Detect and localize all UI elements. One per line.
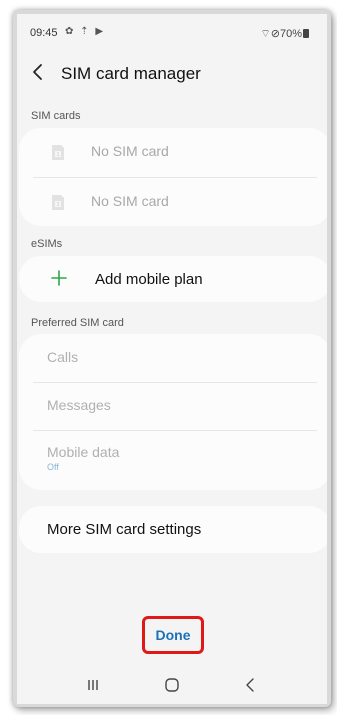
notification-icons: ✿ ⇡ ▶ [65,26,106,37]
mobile-data-value: Off [47,462,59,472]
messages-item[interactable]: Messages [19,383,327,430]
sim-card-1-label: No SIM card [91,143,169,159]
app-bar: SIM card manager [17,54,327,94]
status-bar: 09:45 ✿ ⇡ ▶ ⌔⊘70% [17,14,327,48]
phone-screen: 09:45 ✿ ⇡ ▶ ⌔⊘70% SIM card manager SIM c… [17,14,327,704]
sim-1-icon: 1 [52,145,64,160]
done-highlight: Done [142,616,204,654]
add-mobile-plan-label: Add mobile plan [95,271,203,288]
done-button[interactable]: Done [145,619,201,651]
svg-text:1: 1 [57,152,60,158]
battery-icon [303,29,309,38]
plus-icon [51,270,67,286]
more-sim-card-settings-label: More SIM card settings [47,521,202,538]
sim-card-row-1[interactable]: 1 No SIM card [19,128,327,176]
mobile-data-item[interactable]: Mobile data Off [19,431,327,490]
messages-label: Messages [47,397,111,413]
status-right-text: ⌔⊘70% [260,28,302,40]
status-time: 09:45 [30,27,58,39]
esims-section-label: eSIMs [31,238,63,250]
recents-icon[interactable] [81,676,105,694]
mobile-data-label: Mobile data [47,444,120,460]
sim-2-icon: 2 [52,195,64,210]
sim-cards-card: 1 No SIM card 2 No SIM card [19,128,327,226]
calls-label: Calls [47,349,79,365]
back-nav-icon[interactable] [239,676,263,694]
more-sim-card-settings-item[interactable]: More SIM card settings [19,506,327,553]
home-icon[interactable] [160,676,184,694]
add-mobile-plan-item[interactable]: Add mobile plan [19,256,327,302]
calls-item[interactable]: Calls [19,334,327,382]
svg-text:2: 2 [57,202,60,208]
status-right: ⌔⊘70% [260,27,309,41]
navigation-bar [17,664,327,704]
back-arrow-icon[interactable] [29,62,49,82]
page-title: SIM card manager [61,64,201,83]
preferred-sim-card: Calls Messages Mobile data Off [19,334,327,490]
sim-cards-section-label: SIM cards [31,110,81,122]
sim-card-row-2[interactable]: 2 No SIM card [19,178,327,226]
sim-card-2-label: No SIM card [91,193,169,209]
preferred-sim-section-label: Preferred SIM card [31,317,124,329]
